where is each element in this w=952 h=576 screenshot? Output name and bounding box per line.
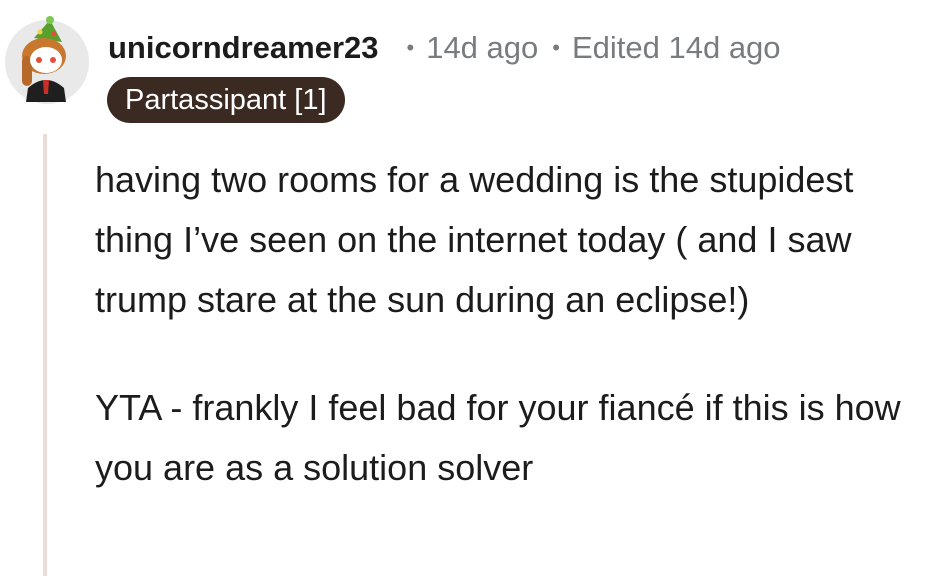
meta-separator: • (552, 35, 560, 60)
comment-body: having two rooms for a wedding is the st… (95, 150, 940, 546)
comment-header: unicorndreamer23 • 14d ago • Edited 14d … (108, 28, 781, 68)
comment-age[interactable]: 14d ago (426, 30, 538, 66)
meta-separator: • (406, 35, 415, 60)
comment-paragraph: YTA - frankly I feel bad for your fiancé… (95, 387, 901, 488)
comment: unicorndreamer23 • 14d ago • Edited 14d … (0, 0, 952, 576)
edited-label: Edited 14d ago (571, 30, 781, 65)
user-avatar[interactable] (4, 14, 90, 106)
user-flair: Partassipant [1] (107, 77, 345, 123)
comment-paragraph: having two rooms for a wedding is the st… (95, 159, 854, 320)
thread-collapse-line[interactable] (43, 134, 47, 576)
snoo-avatar-icon (5, 16, 89, 104)
username-link[interactable]: unicorndreamer23 (108, 30, 379, 66)
